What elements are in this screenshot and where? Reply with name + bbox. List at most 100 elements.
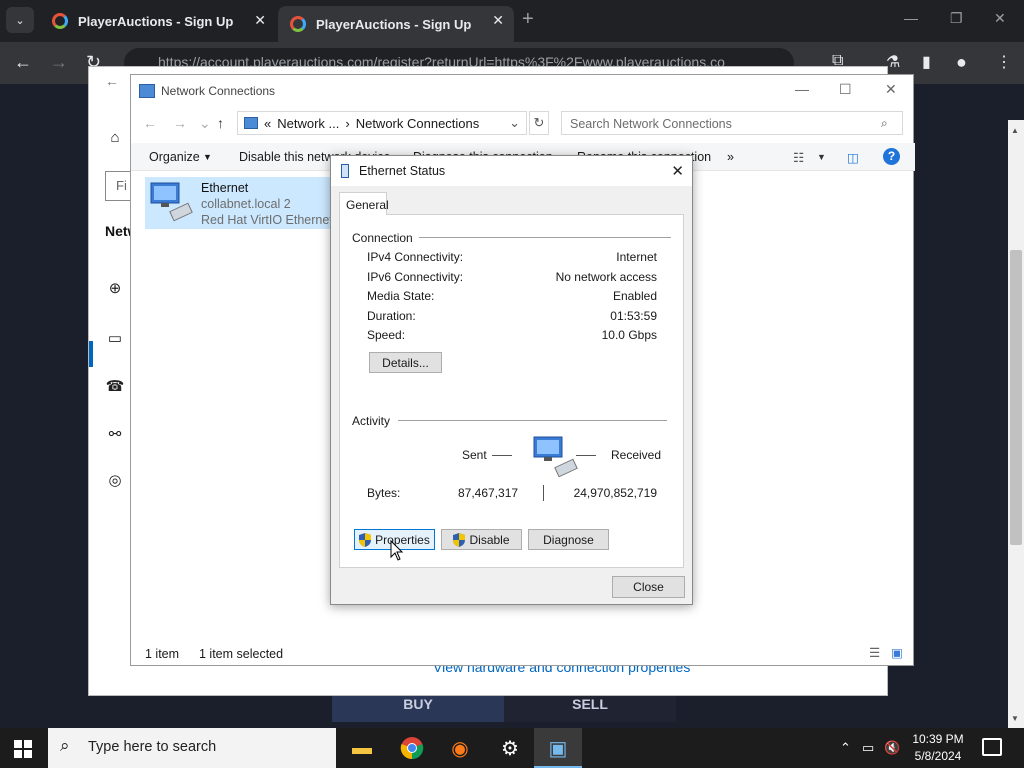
diagnose-button[interactable]: Diagnose: [528, 529, 609, 550]
duration-value: 01:53:59: [610, 309, 657, 323]
refresh-icon[interactable]: ↻: [529, 111, 549, 135]
notification-center-icon[interactable]: [982, 738, 1002, 756]
sent-line: [492, 455, 512, 456]
more-commands[interactable]: »: [727, 150, 734, 164]
browser-tab-2-active[interactable]: PlayerAuctions - Sign Up ✕: [278, 6, 514, 42]
profile-avatar-icon[interactable]: ●: [956, 52, 967, 73]
maximize-icon[interactable]: ☐: [839, 81, 852, 98]
sent-label: Sent: [462, 448, 487, 462]
new-tab-plus-icon[interactable]: +: [522, 8, 534, 31]
network-connections-app-icon[interactable]: ▣: [544, 734, 572, 762]
close-button[interactable]: Close: [612, 576, 685, 598]
ipv6-value: No network access: [555, 270, 657, 284]
ipv4-label: IPv4 Connectivity:: [367, 250, 464, 264]
ipv6-label: IPv6 Connectivity:: [367, 270, 464, 284]
browser-tab-1[interactable]: PlayerAuctions - Sign Up ✕: [40, 6, 276, 36]
home-icon[interactable]: ⌂: [105, 129, 125, 146]
bytes-sent-value: 87,467,317: [458, 486, 519, 500]
tab-close-icon[interactable]: ✕: [492, 12, 504, 29]
browser-tabstrip: ⌄ PlayerAuctions - Sign Up ✕ PlayerAucti…: [0, 0, 1024, 42]
view-dropdown-icon[interactable]: ▼: [817, 152, 826, 162]
settings-selected-indicator: [89, 341, 93, 367]
forward-arrow-icon[interactable]: →: [50, 52, 68, 73]
back-arrow-icon[interactable]: ←: [143, 115, 157, 131]
volume-muted-icon[interactable]: 🔇: [884, 740, 900, 756]
chrome-icon[interactable]: [398, 734, 426, 762]
uac-shield-icon: [359, 532, 372, 547]
dialog-title: Ethernet Status: [359, 164, 446, 178]
ethernet-monitor-icon[interactable]: ▭: [105, 329, 125, 347]
mouse-pointer-icon: [390, 540, 404, 561]
taskbar-clock[interactable]: 10:39 PM 5/8/2024: [906, 731, 970, 765]
labs-flask-icon[interactable]: ⚗: [886, 52, 900, 72]
address-breadcrumb[interactable]: « Network ... › Network Connections ⌄: [237, 111, 527, 135]
speed-label: Speed:: [367, 328, 406, 342]
show-hidden-icons-chevron-icon[interactable]: ⌃: [840, 740, 851, 756]
help-icon[interactable]: ?: [883, 148, 900, 165]
duration-label: Duration:: [367, 309, 416, 323]
side-panel-icon[interactable]: ▮: [922, 52, 931, 72]
ipv4-value: Internet: [616, 250, 657, 264]
back-arrow-icon[interactable]: ←: [14, 52, 32, 73]
general-panel: Connection IPv4 Connectivity: Internet I…: [339, 214, 684, 568]
window-close-icon[interactable]: ✕: [994, 10, 1006, 27]
window-close-icon[interactable]: ✕: [885, 81, 897, 98]
minimize-icon[interactable]: —: [795, 81, 809, 97]
vpn-icon[interactable]: ⚯: [105, 425, 125, 443]
change-view-icon[interactable]: ☷: [793, 150, 804, 165]
settings-gear-icon[interactable]: ⚙: [496, 734, 524, 762]
tab-close-icon[interactable]: ✕: [254, 12, 266, 29]
breadcrumb-parent[interactable]: Network ...: [277, 116, 339, 131]
clock-time: 10:39 PM: [912, 732, 964, 746]
windows-start-icon[interactable]: [14, 740, 32, 758]
chrome-menu-icon[interactable]: ⋮: [996, 52, 1012, 72]
page-scrollbar-thumb[interactable]: [1010, 250, 1022, 545]
network-folder-icon: [139, 84, 155, 98]
dialog-titlebar: Ethernet Status ✕: [331, 156, 692, 186]
tab-search-chevron-icon[interactable]: ⌄: [6, 7, 34, 33]
clock-date: 5/8/2024: [914, 749, 962, 763]
network-status-globe-icon[interactable]: ⊕: [105, 279, 125, 297]
bytes-received-value: 24,970,852,719: [573, 486, 657, 500]
uac-shield-icon: [453, 532, 466, 547]
network-status-icon[interactable]: ▭: [862, 740, 874, 756]
minimize-icon[interactable]: —: [904, 10, 918, 26]
large-icons-view-icon[interactable]: ▣: [891, 645, 903, 660]
scroll-up-arrow-icon[interactable]: ▲: [1011, 126, 1019, 135]
breadcrumb-current[interactable]: Network Connections: [356, 116, 480, 131]
preview-pane-icon[interactable]: ◫: [847, 150, 859, 165]
ethernet-status-dialog: Ethernet Status ✕ General Connection IPv…: [330, 155, 693, 605]
recent-dropdown-icon[interactable]: ⌄: [199, 115, 211, 132]
up-arrow-icon[interactable]: ↑: [217, 115, 224, 131]
organize-menu[interactable]: Organize: [149, 150, 200, 164]
connection-group-label: Connection: [352, 231, 419, 245]
status-bar: 1 item 1 item selected ☰ ▣: [131, 645, 915, 665]
search-network-input[interactable]: Search Network Connections: [561, 111, 903, 135]
connection-divider: [416, 237, 671, 238]
received-line: [576, 455, 596, 456]
dialup-phone-icon[interactable]: ☎: [105, 377, 125, 395]
address-row: ← → ⌄ ↑ « Network ... › Network Connecti…: [131, 109, 915, 137]
breadcrumb-separator-icon: ›: [345, 115, 350, 131]
tab-general[interactable]: General: [339, 192, 389, 215]
ethernet-plug-icon: [341, 164, 349, 178]
network-folder-icon: [244, 117, 258, 129]
ethernet-adapter: Red Hat VirtIO Ethernet A: [201, 213, 341, 227]
details-button[interactable]: Details...: [369, 352, 442, 373]
organize-dropdown-icon[interactable]: ▼: [203, 152, 212, 162]
file-explorer-icon[interactable]: ▬: [348, 734, 376, 762]
proxy-globe-icon[interactable]: ◎: [105, 471, 125, 489]
scroll-down-arrow-icon[interactable]: ▼: [1011, 714, 1019, 723]
forward-arrow-icon[interactable]: →: [173, 115, 187, 131]
dialog-close-icon[interactable]: ✕: [671, 162, 684, 180]
taskbar-search[interactable]: ⌕ Type here to search: [48, 728, 336, 768]
details-view-icon[interactable]: ☰: [869, 645, 880, 660]
restore-icon[interactable]: ❐: [950, 10, 963, 27]
disable-button[interactable]: Disable: [441, 529, 522, 550]
tab-title: PlayerAuctions - Sign Up: [78, 13, 234, 29]
address-dropdown-icon[interactable]: ⌄: [509, 115, 520, 131]
firefox-icon[interactable]: ◉: [446, 734, 474, 762]
ethernet-adapter-icon: [150, 182, 193, 222]
media-state-value: Enabled: [612, 289, 657, 303]
settings-back-arrow-icon[interactable]: ←: [105, 73, 119, 89]
